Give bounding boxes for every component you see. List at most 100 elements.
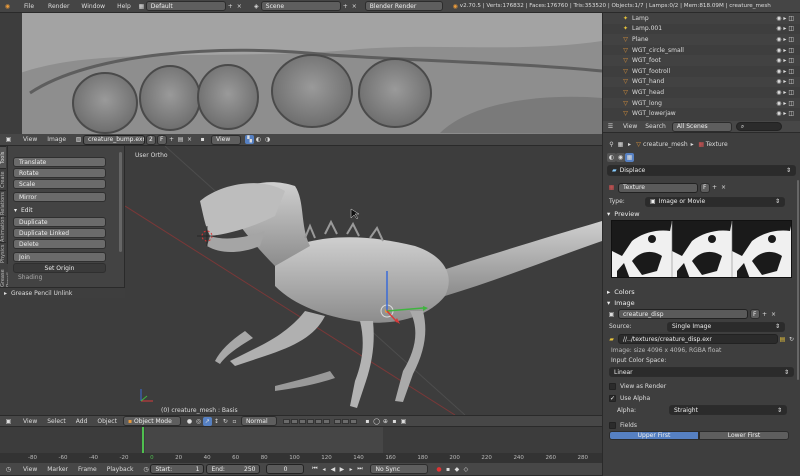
rotate-manipulator-icon[interactable]: ↻ — [221, 417, 230, 426]
toolshelf-scrollbar[interactable] — [119, 152, 122, 252]
outliner-item[interactable]: ✦ Lamp ◉ ▸ ◫ — [603, 13, 800, 24]
tab-create[interactable]: Create — [0, 168, 6, 190]
engine-select[interactable]: Blender Render — [364, 1, 443, 11]
image-panel-header[interactable]: ▾ Image — [603, 297, 800, 308]
outliner-item[interactable]: ▽ WGT_foot ◉ ▸ ◫ — [603, 55, 800, 66]
jump-end-icon[interactable]: ⏭ — [355, 465, 364, 474]
preview-range-icon[interactable]: ◷ — [141, 465, 150, 474]
set-origin-select[interactable]: Set Origin — [13, 263, 106, 273]
layout-icon[interactable]: ▦ — [137, 2, 146, 11]
use-alpha-checkbox[interactable]: ✓ — [609, 394, 616, 402]
current-frame-marker[interactable] — [142, 427, 144, 453]
outliner-item[interactable]: ▽ WGT_circle_small ◉ ▸ ◫ — [603, 45, 800, 56]
alpha-mode-select[interactable]: Straight ⇕ — [669, 405, 787, 415]
delete-key-icon[interactable]: ◇ — [461, 465, 470, 474]
image-editor-canvas[interactable] — [0, 13, 602, 134]
pin-icon[interactable]: ▪ — [198, 135, 207, 144]
scene-icon[interactable]: ◈ — [252, 2, 261, 11]
prev-keyframe-icon[interactable]: ◂ — [319, 465, 328, 474]
texture-browse-icon[interactable]: ▦ — [607, 183, 616, 192]
editor-type-timeline-icon[interactable]: ◷ — [4, 465, 13, 474]
record-icon[interactable]: ● — [434, 465, 443, 474]
brush-texture-icon[interactable]: ◉ — [616, 152, 625, 162]
tab-physics[interactable]: Physics — [0, 242, 6, 264]
outliner-item[interactable]: ▽ WGT_hand ◉ ▸ ◫ — [603, 76, 800, 88]
translate-manipulator-icon[interactable]: ↕ — [212, 417, 221, 426]
preview-panel-header[interactable]: ▾ Preview — [603, 208, 800, 219]
play-reverse-icon[interactable]: ◀ — [328, 465, 337, 474]
image-name-field[interactable]: creature_bump.exr — [83, 134, 146, 145]
outliner-item[interactable]: ▽ WGT_footroll ◉ ▸ ◫ — [603, 66, 800, 77]
join-button[interactable]: Join — [13, 252, 106, 262]
timeline-menu-playback[interactable]: Playback — [107, 466, 134, 473]
display-channels-icon[interactable]: ▚ — [245, 135, 255, 144]
play-icon[interactable]: ▶ — [337, 465, 346, 474]
duplicate-button[interactable]: Duplicate — [13, 217, 106, 227]
texture-new-icon[interactable]: + — [710, 183, 719, 192]
operator-panel[interactable]: ▸ Grease Pencil Unlink — [0, 287, 125, 298]
delete-button[interactable]: Delete — [13, 239, 106, 249]
layout-select[interactable]: Default — [145, 1, 226, 11]
outliner-filter-select[interactable]: All Scenes — [671, 121, 732, 132]
timeline-area[interactable]: -80 -60 -40 -20 0 20 40 60 80 100 120 14… — [0, 427, 602, 463]
outliner-search-input[interactable]: ⌕ — [735, 122, 782, 131]
pivot-icon[interactable]: ◎ — [194, 417, 203, 426]
orientation-select[interactable]: Normal — [240, 416, 277, 426]
scale-manipulator-icon[interactable]: ▫ — [230, 417, 239, 426]
remove-scene-icon[interactable]: × — [350, 2, 359, 11]
insert-key-icon[interactable]: ◆ — [452, 465, 461, 474]
menu-file[interactable]: File — [24, 3, 34, 10]
viewport-menu-add[interactable]: Add — [76, 418, 88, 425]
blender-logo-icon[interactable]: ◉ — [3, 2, 12, 11]
image-fake-user[interactable]: F — [750, 309, 760, 319]
outliner-item[interactable]: ▽ WGT_head ◉ ▸ ◫ — [603, 87, 800, 98]
timeline-menu-marker[interactable]: Marker — [47, 466, 68, 473]
pin-icon[interactable]: ⚲ — [607, 140, 616, 149]
menu-help[interactable]: Help — [117, 3, 131, 10]
current-frame-field[interactable]: 0 — [266, 464, 305, 474]
new-image-icon[interactable]: + — [167, 135, 176, 144]
image-source-select[interactable]: Single Image ⇕ — [667, 321, 785, 332]
properties-scrollbar[interactable] — [797, 180, 799, 380]
viewport-3d[interactable]: User Ortho (0) creature_mesh : Basis — [125, 146, 602, 415]
image-browse-icon[interactable]: ▣ — [607, 310, 616, 319]
image-users[interactable]: 2 — [146, 134, 157, 145]
tab-tools[interactable]: Tools — [0, 146, 6, 168]
unlink-image-icon[interactable]: × — [185, 135, 194, 144]
alpha-icon[interactable]: ◑ — [263, 135, 272, 144]
texture-unlink-icon[interactable]: × — [719, 183, 728, 192]
view-as-render-checkbox[interactable] — [609, 382, 616, 390]
timeline-menu-frame[interactable]: Frame — [78, 466, 97, 473]
viewport-menu-object[interactable]: Object — [97, 418, 117, 425]
proportional-edit-icon[interactable]: ◯ — [372, 417, 381, 426]
tab-animation[interactable]: Animation — [0, 216, 6, 242]
scale-button[interactable]: Scale — [13, 179, 106, 189]
menu-render[interactable]: Render — [48, 3, 69, 10]
manipulator-toggle-icon[interactable]: ↗ — [202, 416, 212, 426]
viewport-menu-select[interactable]: Select — [47, 418, 66, 425]
fields-row[interactable]: Fields — [603, 419, 800, 431]
tab-relations[interactable]: Relations — [0, 190, 6, 216]
outliner-menu-search[interactable]: Search — [645, 123, 666, 130]
viewport-shading-icon[interactable]: ● — [185, 417, 194, 426]
next-keyframe-icon[interactable]: ▸ — [346, 465, 355, 474]
editor-type-icon[interactable]: ▣ — [4, 135, 13, 144]
view-as-render-row[interactable]: View as Render — [603, 380, 800, 392]
use-alpha-row[interactable]: ✓ Use Alpha — [603, 392, 800, 404]
add-scene-icon[interactable]: + — [341, 2, 350, 11]
color-icon[interactable]: ◐ — [254, 135, 263, 144]
texture-fake-user[interactable]: F — [700, 182, 710, 193]
mode-select[interactable]: ▪ Object Mode — [122, 416, 181, 426]
pack-icon[interactable]: ▰ — [607, 335, 616, 344]
outliner-item[interactable]: ▽ WGT_lowerjaw ◉ ▸ ◫ — [603, 108, 800, 119]
snap-element-icon[interactable]: ▪ — [390, 417, 399, 426]
texture-name-field[interactable]: Texture — [618, 182, 698, 193]
end-frame-field[interactable]: End: 250 — [206, 464, 261, 474]
image-datablock-field[interactable]: creature_disp — [618, 309, 748, 319]
colors-panel-header[interactable]: ▸ Colors — [603, 286, 800, 297]
render-icon[interactable]: ▣ — [399, 417, 408, 426]
add-layout-icon[interactable]: + — [226, 2, 235, 11]
snap-icon[interactable]: ⊕ — [381, 417, 390, 426]
texture-context-icon[interactable]: ▦ — [616, 140, 625, 149]
outliner-item[interactable]: ▽ WGT_long ◉ ▸ ◫ — [603, 97, 800, 109]
